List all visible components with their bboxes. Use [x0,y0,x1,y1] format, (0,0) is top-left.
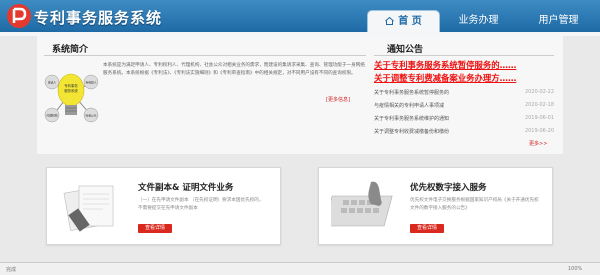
service-card-priority: 优先权数字接入服务 优先权文件电子交换服务根据国家知识产权局《关于开通优先权文件… [318,167,553,245]
notice-date: 2019-06-20 [524,128,554,134]
documents-icon [63,185,114,232]
card-title: 文件副本& 证明文件业务 [138,183,234,193]
service-card-copy: 文件副本& 证明文件业务 （一）在先申请文件副本 （在先权证明）要求本国优先权的… [46,167,281,245]
notice-item[interactable]: 关于专利事务服务系统暂停服务的 [374,89,449,96]
notice-headline[interactable]: 关于调整专利费减备案业务办理方…… [374,72,516,84]
card-description: 优先权文件电子交换服务根据国家知识产权局《关于开通优先权文件的数字接入服务的公告… [410,198,539,211]
nav-tab-business[interactable]: 业务办理 [446,10,511,32]
home-icon [385,17,395,25]
nav-tab-home[interactable]: 首 页 [367,10,440,32]
notice-date: 2020-02-22 [524,89,554,95]
intro-heading: 系统简介 [52,45,89,55]
nav-tab-business-label: 业务办理 [458,15,499,26]
diagram-left-top: 申请人 [48,81,57,85]
card-description: （一）在先申请文件副本 （在先权证明）要求本国优先权的，不需要提交在先申请文件副… [138,198,264,211]
keyboard-hand-icon [331,181,393,227]
card-title: 优先权数字接入服务 [410,183,487,193]
intro-divider [44,55,366,56]
notice-more-link[interactable]: 更多>> [529,140,547,147]
notice-date: 2019-06-01 [524,115,554,121]
nav-tab-user-label: 用户管理 [538,15,579,26]
notice-headline[interactable]: 关于专利事务服务系统暂停服务的…… [374,59,516,71]
notice-divider [374,55,554,56]
notice-item[interactable]: 关于专利事务服务系统维护的通知 [374,115,449,122]
zoom-level[interactable]: 100% [568,266,582,272]
diagram-center-line1: 专利事务 [64,83,78,88]
nav-tab-user[interactable]: 用户管理 [526,10,591,32]
notice-item[interactable]: 与疫情相关的专利申请人事项减 [374,102,444,109]
intro-diagram-image: 专利事务 服务系统 申请人 专利权人 代理机构 社会公众 [44,73,99,123]
status-text: 完成 [6,267,17,273]
intro-more-link[interactable]: [更多信息] [326,96,350,103]
top-header: 专利事务服务系统 首 页 业务办理 用户管理 [0,0,600,32]
browser-status-bar: 完成 100% [0,262,600,275]
diagram-right-bottom: 社会公众 [85,114,96,118]
top-content-panel [37,36,563,154]
view-details-button[interactable]: 查看详情 [410,224,444,233]
diagram-right-top: 专利权人 [85,81,96,85]
diagram-left-bottom: 代理机构 [46,114,57,118]
notice-heading: 通知公告 [387,45,424,55]
view-details-button[interactable]: 查看详情 [138,224,172,233]
logo-icon [7,4,31,28]
diagram-center-line2: 服务系统 [64,88,78,93]
site-title: 专利事务服务系统 [34,9,163,27]
nav-tab-home-label: 首 页 [398,16,422,27]
intro-text: 本系统是为满足申请人、专利权利人、代理机构、社会公众对相关业务的需求，而建设的集… [103,63,365,77]
notice-item[interactable]: 关于调整专利收费减缴备份和缴纷 [374,128,449,135]
notice-date: 2020-02-18 [524,102,554,108]
